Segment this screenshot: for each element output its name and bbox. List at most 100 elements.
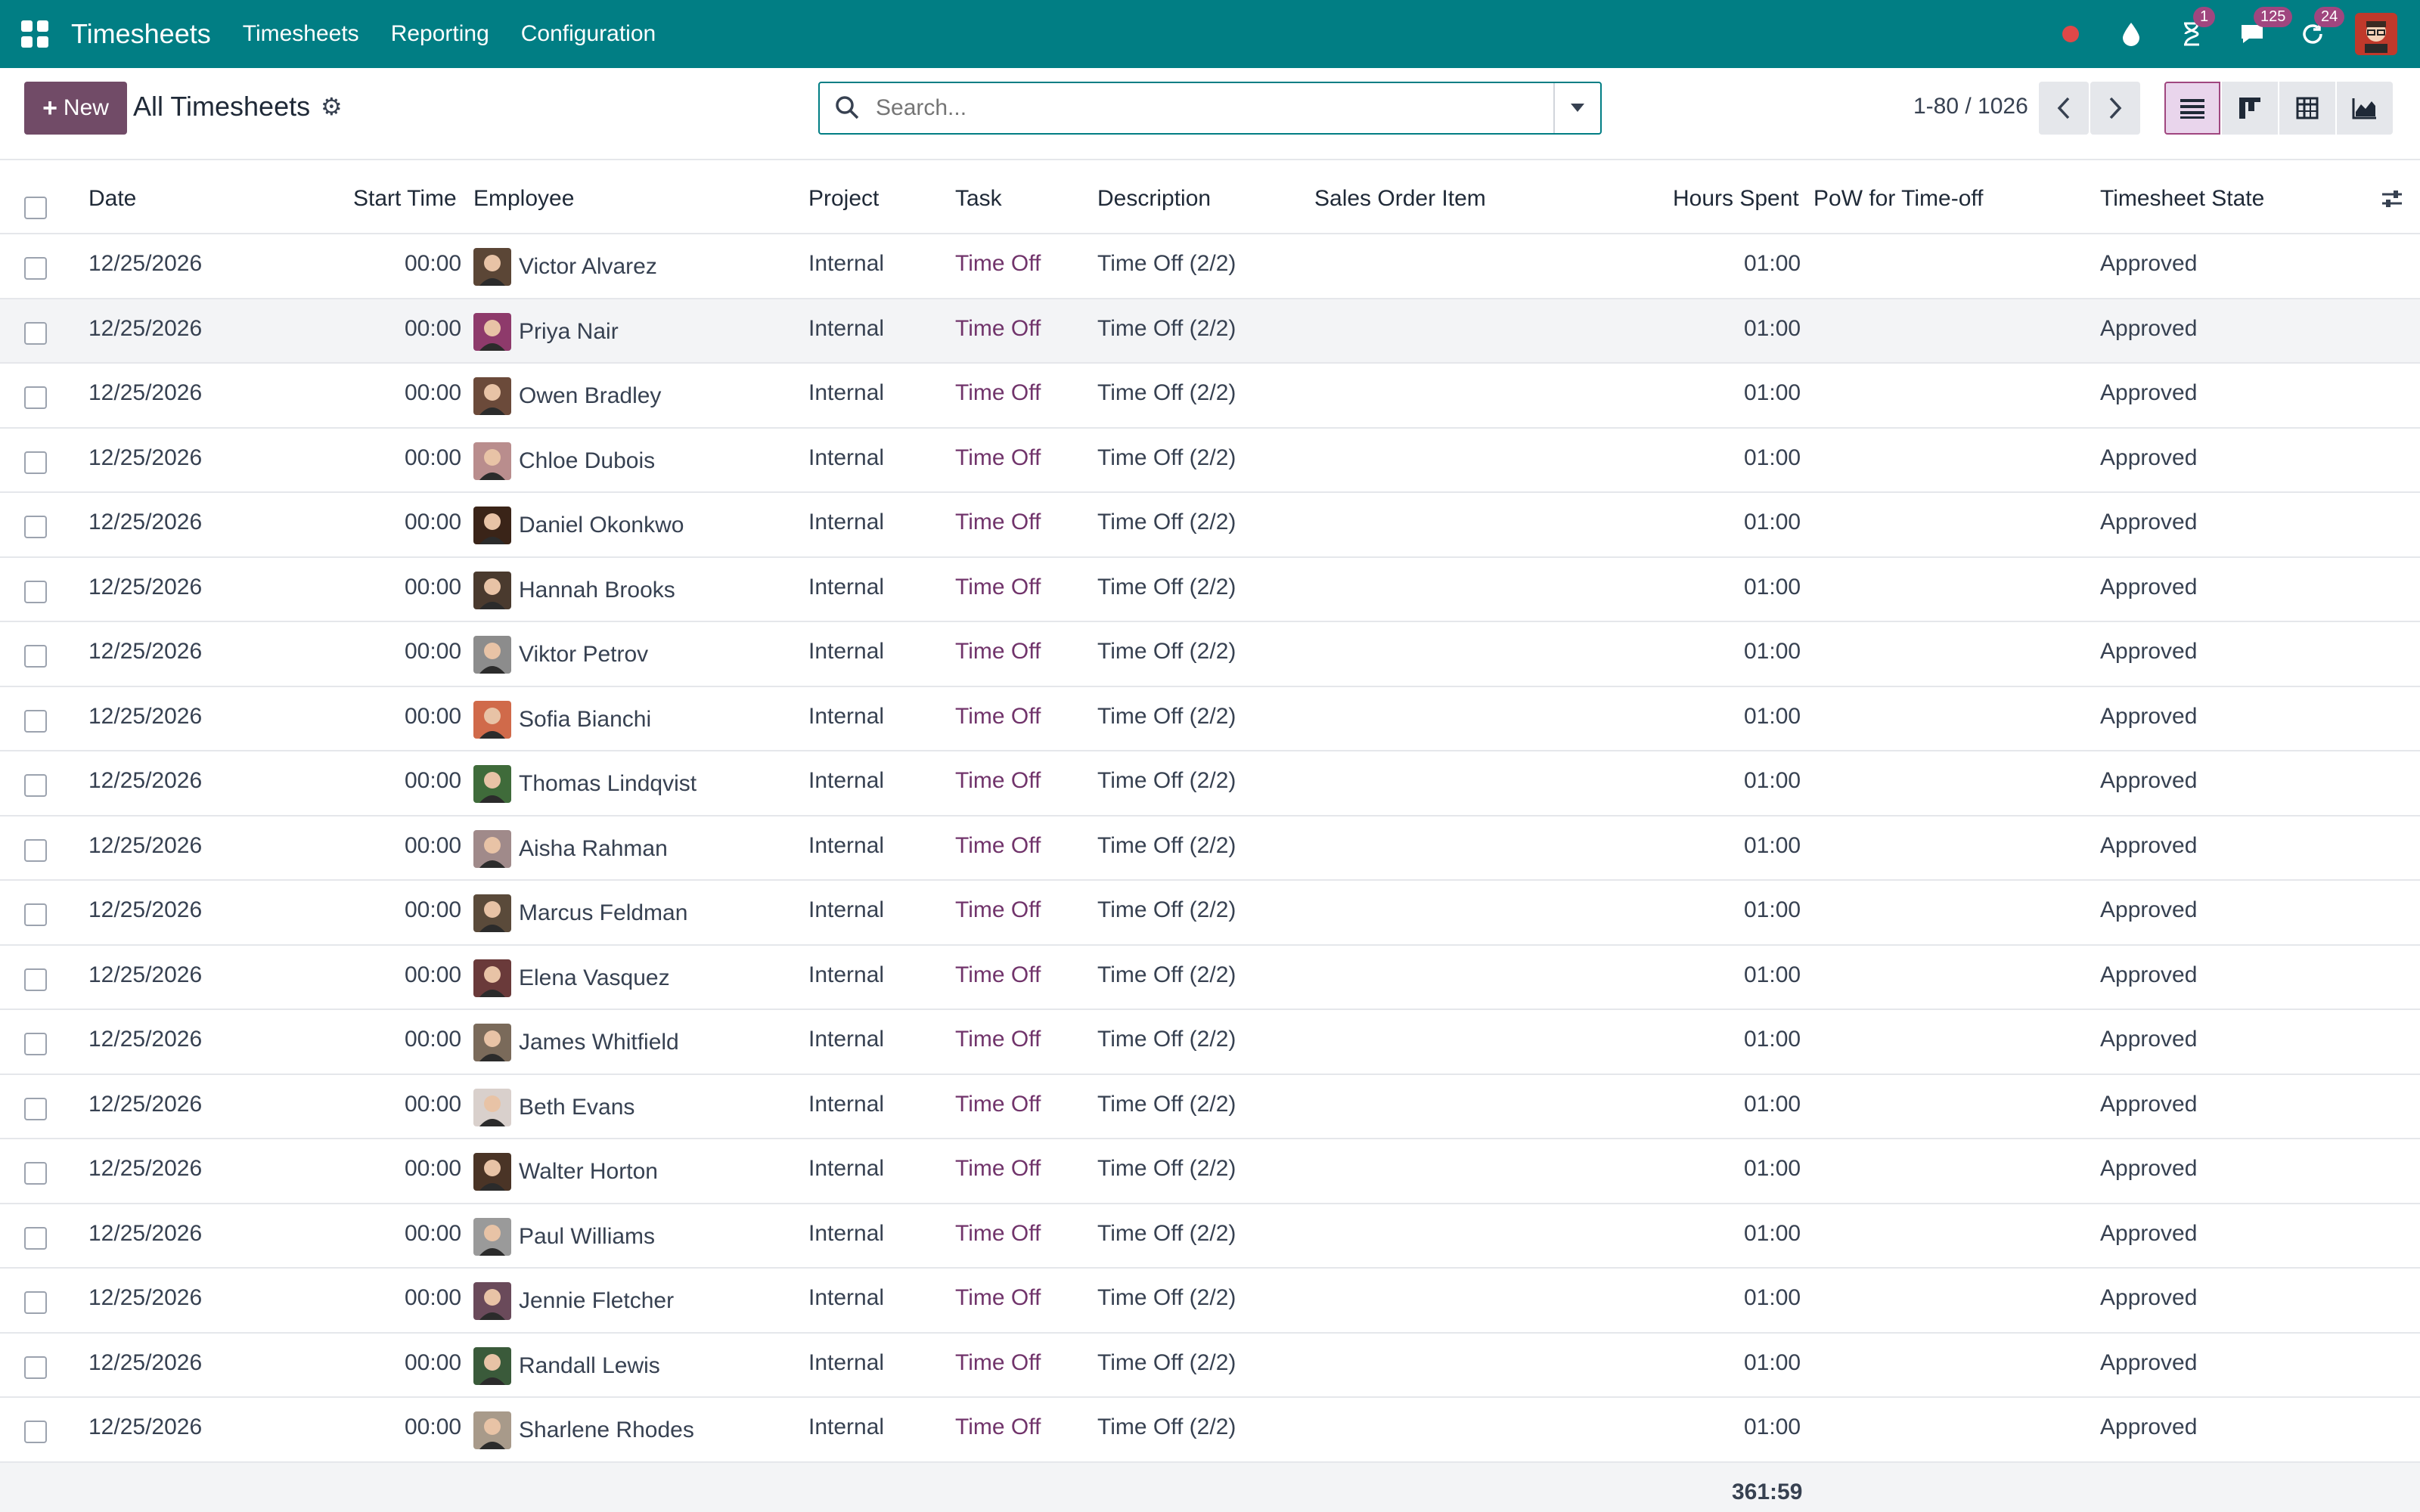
table-row[interactable]: 12/25/2026 00:00 Viktor Petrov Internal Time… — [0, 622, 2420, 687]
graph-view-button[interactable] — [2337, 82, 2393, 135]
row-checkbox[interactable] — [24, 774, 47, 797]
cell-task[interactable]: Time Off — [955, 316, 1041, 342]
cell-task[interactable]: Time Off — [955, 575, 1041, 600]
employee-avatar — [473, 312, 511, 351]
cell-date: 12/25/2026 — [88, 445, 203, 470]
table-row[interactable]: 12/25/2026 00:00 James Whitfield Internal Ti… — [0, 1010, 2420, 1075]
col-date[interactable]: Date — [88, 186, 136, 212]
row-checkbox[interactable] — [24, 1226, 47, 1250]
table-row[interactable]: 12/25/2026 00:00 Thomas Lindqvist Internal T… — [0, 751, 2420, 816]
row-checkbox[interactable] — [24, 1033, 47, 1055]
recording-dot-icon[interactable] — [2055, 19, 2086, 49]
kanban-view-button[interactable] — [2222, 82, 2278, 135]
pager-value[interactable]: 1-80 / 1026 — [1913, 94, 2028, 119]
col-timesheet-state[interactable]: Timesheet State — [2100, 186, 2264, 212]
cell-task[interactable]: Time Off — [955, 1221, 1041, 1247]
table-row[interactable]: 12/25/2026 00:00 Paul Williams Internal Time… — [0, 1204, 2420, 1269]
search-input[interactable] — [876, 89, 1526, 127]
cell-date: 12/25/2026 — [88, 1091, 203, 1117]
row-checkbox[interactable] — [24, 386, 47, 409]
table-row[interactable]: 12/25/2026 00:00 Sharlene Rhodes Internal Ti… — [0, 1398, 2420, 1463]
cell-task[interactable]: Time Off — [955, 768, 1041, 794]
activity-hourglass-icon[interactable]: 1 — [2176, 7, 2216, 49]
col-start-time[interactable]: Start Time — [353, 186, 457, 212]
col-pow-time-off[interactable]: PoW for Time-off — [1813, 186, 1984, 212]
row-checkbox[interactable] — [24, 838, 47, 862]
col-employee[interactable]: Employee — [473, 186, 574, 212]
table-row[interactable]: 12/25/2026 00:00 Elena Vasquez Internal Time… — [0, 946, 2420, 1010]
cell-task[interactable]: Time Off — [955, 251, 1041, 277]
pager-next-button[interactable] — [2090, 82, 2140, 135]
row-checkbox[interactable] — [24, 1291, 47, 1314]
table-row[interactable]: 12/25/2026 00:00 Owen Bradley Internal Time … — [0, 364, 2420, 429]
table-row[interactable]: 12/25/2026 00:00 Aisha Rahman Internal Time … — [0, 816, 2420, 881]
table-row[interactable]: 12/25/2026 00:00 Walter Horton Internal Time… — [0, 1139, 2420, 1204]
table-row[interactable]: 12/25/2026 00:00 Priya Nair Internal Time Of… — [0, 299, 2420, 364]
col-task[interactable]: Task — [955, 186, 1002, 212]
cell-task[interactable]: Time Off — [955, 897, 1041, 923]
cell-employee: Elena Vasquez — [519, 965, 670, 990]
row-checkbox[interactable] — [24, 645, 47, 668]
table-row[interactable]: 12/25/2026 00:00 Daniel Okonkwo Internal Tim… — [0, 493, 2420, 558]
cell-task[interactable]: Time Off — [955, 1350, 1041, 1376]
cell-date: 12/25/2026 — [88, 897, 203, 922]
cell-task[interactable]: Time Off — [955, 1092, 1041, 1117]
row-checkbox[interactable] — [24, 1356, 47, 1379]
row-checkbox[interactable] — [24, 580, 47, 603]
drop-icon[interactable] — [2116, 19, 2146, 49]
search-options-toggle[interactable] — [1553, 83, 1600, 133]
pivot-view-button[interactable] — [2279, 82, 2335, 135]
col-hours-spent[interactable]: Hours Spent — [1673, 186, 1799, 212]
optional-columns-toggle-icon[interactable] — [2381, 187, 2403, 216]
menu-reporting[interactable]: Reporting — [391, 21, 489, 47]
cell-task[interactable]: Time Off — [955, 962, 1041, 988]
cell-task[interactable]: Time Off — [955, 1156, 1041, 1182]
table-row[interactable]: 12/25/2026 00:00 Chloe Dubois Internal Time … — [0, 429, 2420, 493]
messages-icon[interactable]: 125 — [2237, 7, 2293, 49]
table-row[interactable]: 12/25/2026 00:00 Jennie Fletcher Internal Ti… — [0, 1269, 2420, 1334]
gear-icon[interactable]: ⚙ — [321, 92, 343, 121]
page-title: All Timesheets — [133, 91, 311, 122]
col-project[interactable]: Project — [808, 186, 879, 212]
cell-task[interactable]: Time Off — [955, 380, 1041, 406]
select-all-checkbox[interactable] — [24, 197, 47, 219]
cell-task[interactable]: Time Off — [955, 1285, 1041, 1311]
list-view-button[interactable] — [2164, 82, 2220, 135]
table-row[interactable]: 12/25/2026 00:00 Hannah Brooks Internal Time… — [0, 558, 2420, 622]
app-title[interactable]: Timesheets — [71, 18, 211, 50]
apps-grid-icon[interactable] — [21, 20, 48, 48]
menu-timesheets[interactable]: Timesheets — [243, 21, 359, 47]
employee-avatar — [473, 571, 511, 609]
table-row[interactable]: 12/25/2026 00:00 Randall Lewis Internal Time… — [0, 1334, 2420, 1398]
row-checkbox[interactable] — [24, 1097, 47, 1120]
row-checkbox[interactable] — [24, 903, 47, 926]
cell-task[interactable]: Time Off — [955, 1027, 1041, 1052]
cell-task[interactable]: Time Off — [955, 445, 1041, 471]
row-checkbox[interactable] — [24, 1162, 47, 1185]
row-checkbox[interactable] — [24, 451, 47, 474]
cell-state: Approved — [2100, 962, 2198, 987]
cell-task[interactable]: Time Off — [955, 704, 1041, 730]
cell-task[interactable]: Time Off — [955, 510, 1041, 535]
table-row[interactable]: 12/25/2026 00:00 Beth Evans Internal Time Of… — [0, 1075, 2420, 1139]
row-checkbox[interactable] — [24, 516, 47, 538]
user-avatar[interactable] — [2355, 13, 2397, 55]
row-checkbox[interactable] — [24, 257, 47, 280]
cell-project: Internal — [808, 315, 885, 341]
row-checkbox[interactable] — [24, 709, 47, 733]
table-row[interactable]: 12/25/2026 00:00 Sofia Bianchi Internal Time… — [0, 687, 2420, 751]
col-description[interactable]: Description — [1097, 186, 1211, 212]
row-checkbox[interactable] — [24, 321, 47, 345]
cell-task[interactable]: Time Off — [955, 833, 1041, 859]
cell-task[interactable]: Time Off — [955, 1414, 1041, 1440]
cell-task[interactable]: Time Off — [955, 639, 1041, 665]
table-row[interactable]: 12/25/2026 00:00 Victor Alvarez Internal Tim… — [0, 234, 2420, 299]
updates-refresh-icon[interactable]: 24 — [2297, 7, 2345, 49]
pager-previous-button[interactable] — [2039, 82, 2089, 135]
menu-configuration[interactable]: Configuration — [521, 21, 656, 47]
row-checkbox[interactable] — [24, 968, 47, 991]
row-checkbox[interactable] — [24, 1421, 47, 1443]
table-row[interactable]: 12/25/2026 00:00 Marcus Feldman Internal Tim… — [0, 881, 2420, 946]
col-sales-order-item[interactable]: Sales Order Item — [1314, 186, 1486, 212]
new-button[interactable]: + New — [24, 82, 127, 135]
